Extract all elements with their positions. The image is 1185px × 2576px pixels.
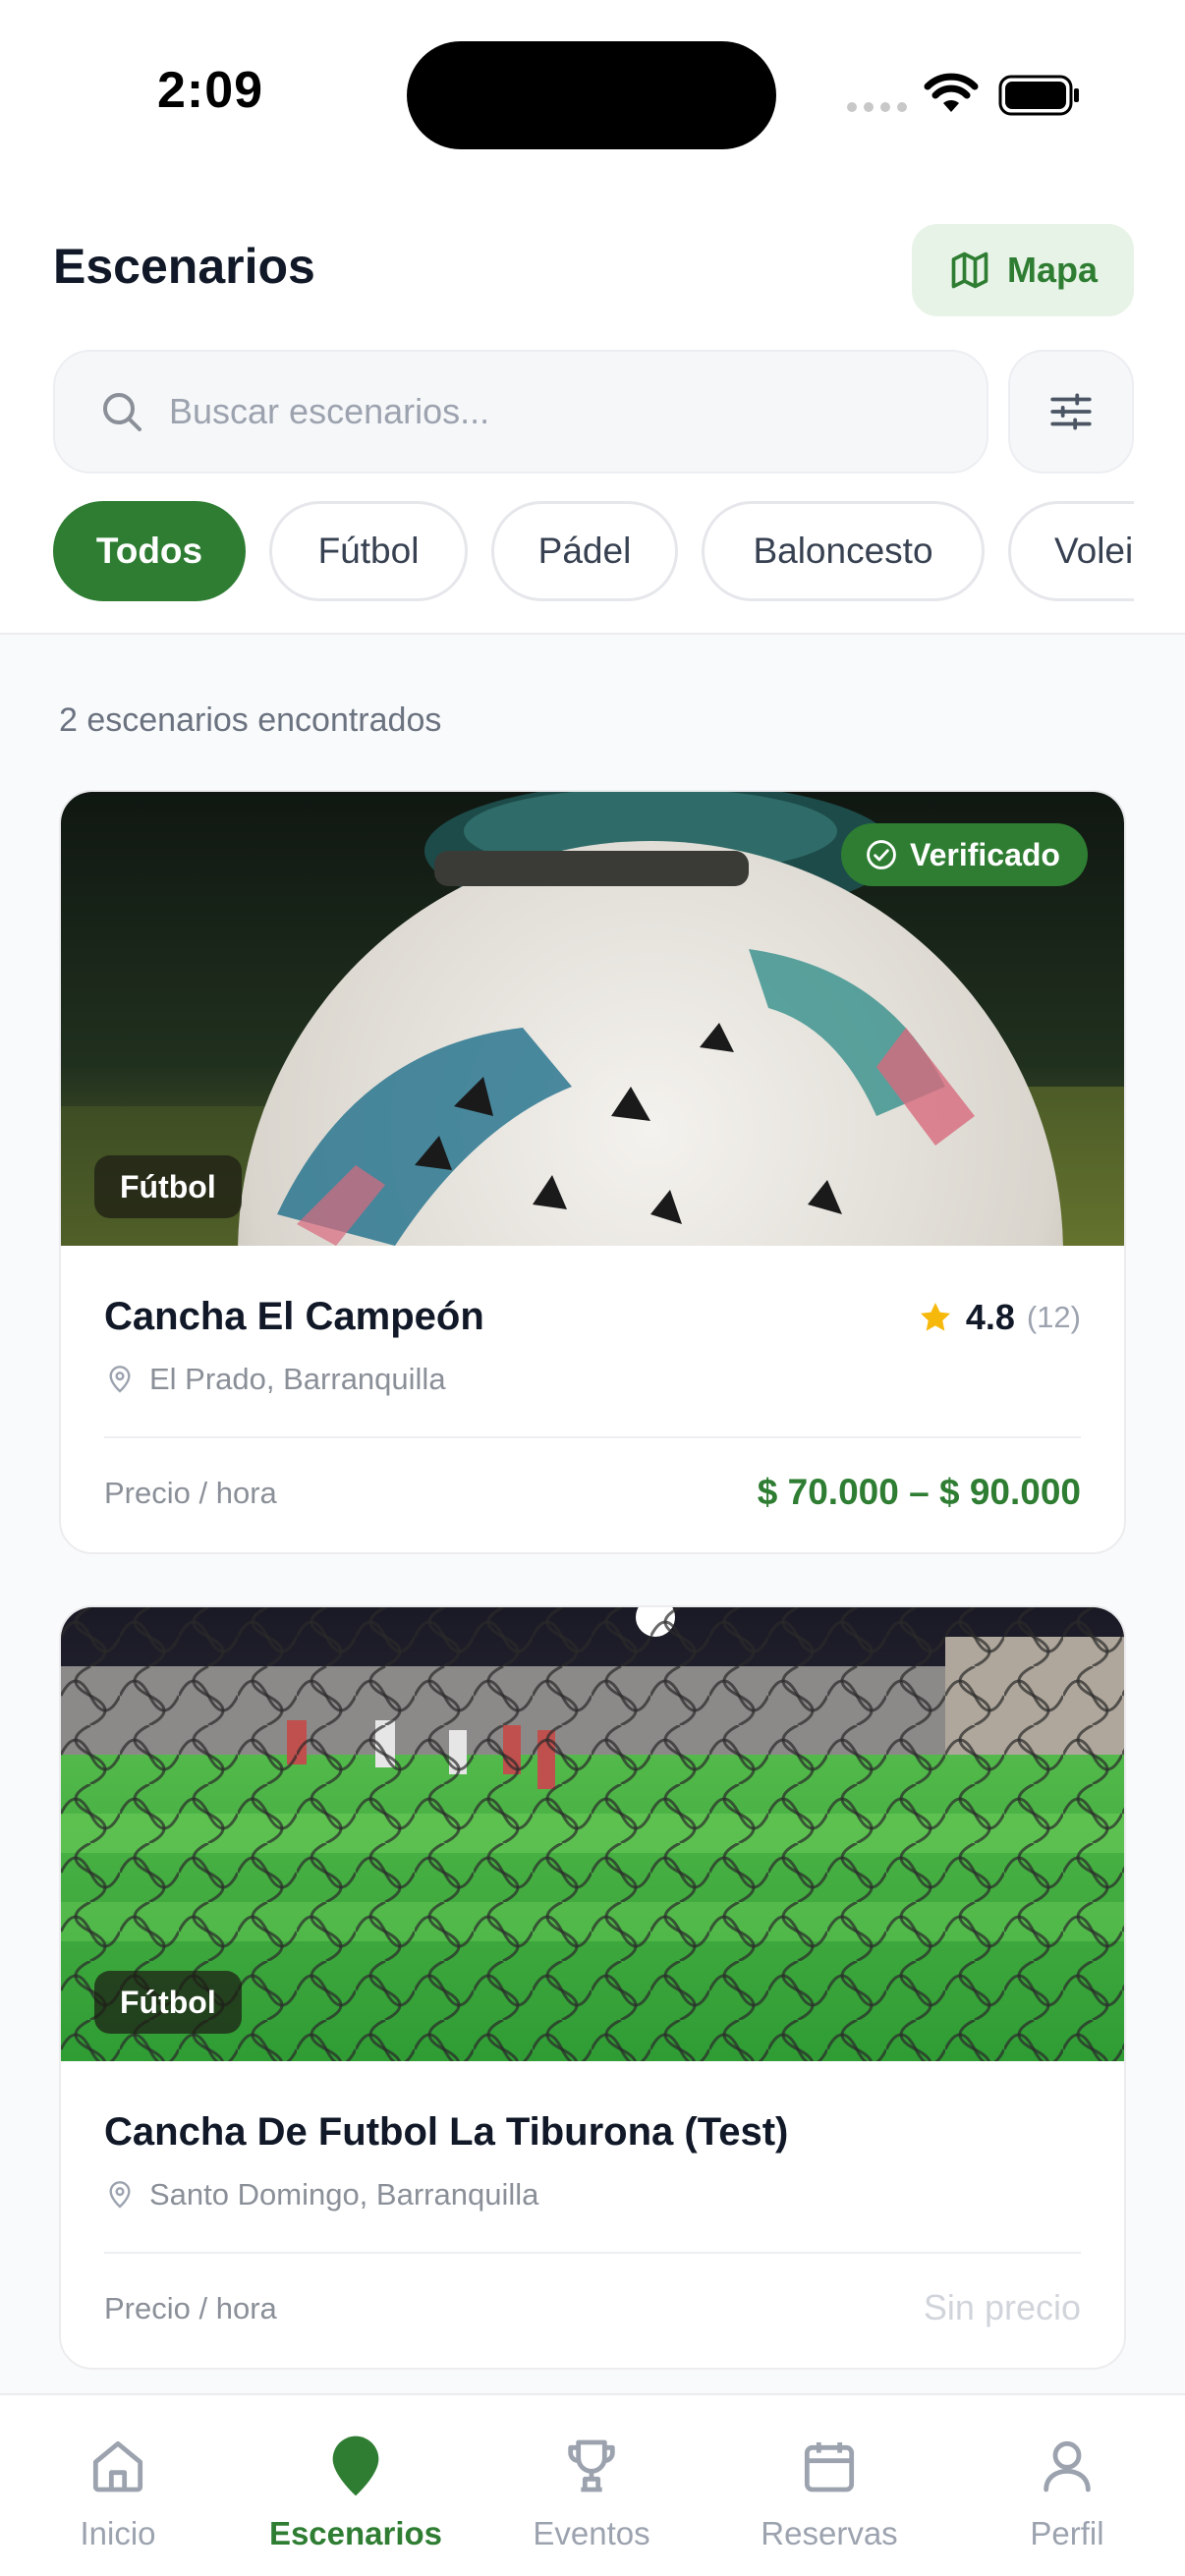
verified-check-icon	[867, 840, 896, 869]
price-label: Precio / hora	[104, 1476, 277, 1510]
map-button[interactable]: Mapa	[912, 224, 1134, 316]
calendar-icon	[804, 2442, 855, 2492]
venue-title: Cancha De Futbol La Tiburona (Test)	[104, 2110, 789, 2154]
venue-image: Fútbol	[61, 1607, 1124, 2061]
location-pin-outline-icon	[109, 2181, 131, 2209]
chip-padel[interactable]: Pádel	[491, 501, 678, 601]
chip-baloncesto[interactable]: Baloncesto	[702, 501, 985, 601]
venue-title: Cancha El Campeón	[104, 1295, 484, 1338]
venue-location: El Prado, Barranquilla	[104, 1362, 446, 1397]
status-time: 2:09	[157, 62, 264, 119]
sport-filter-chips: Todos Fútbol Pádel Baloncesto Voleibol	[53, 501, 1134, 603]
search-box[interactable]	[53, 350, 988, 474]
status-bar: 2:09	[0, 0, 1185, 187]
price-value: $ 70.000 – $ 90.000	[757, 1472, 1081, 1512]
trophy-icon	[568, 2439, 615, 2492]
search-icon	[103, 393, 141, 431]
card-divider	[104, 1436, 1081, 1438]
wifi-icon	[924, 73, 979, 112]
search-input[interactable]	[169, 391, 935, 432]
nav-item-eventos[interactable]: Eventos	[483, 2395, 700, 2576]
location-pin-icon	[332, 2436, 379, 2496]
cellular-signal-icon	[847, 102, 907, 112]
result-count: 2 escenarios encontrados	[59, 701, 442, 739]
map-icon	[951, 252, 988, 289]
chip-futbol[interactable]: Fútbol	[269, 501, 468, 601]
venue-card[interactable]: Fútbol Cancha De Futbol La Tiburona (Tes…	[59, 1605, 1126, 2370]
venue-image: Fútbol Verificado	[61, 792, 1124, 1246]
venue-card[interactable]: Fútbol Verificado Cancha El Campeón 4.8 …	[59, 790, 1126, 1554]
screen: 2:09 Escenarios Mapa Buscar escenarios..…	[0, 0, 1185, 2576]
battery-icon	[998, 75, 1079, 116]
nav-item-reservas[interactable]: Reservas	[721, 2395, 937, 2576]
chip-voleibol[interactable]: Voleibol	[1008, 501, 1134, 601]
filter-settings-button[interactable]	[1008, 350, 1134, 474]
home-icon	[92, 2440, 143, 2492]
price-label: Precio / hora	[104, 2291, 277, 2325]
dynamic-island	[407, 41, 776, 149]
chip-todos[interactable]: Todos	[53, 501, 246, 601]
nav-item-escenarios[interactable]: Escenarios	[248, 2395, 464, 2576]
verified-badge: Verificado	[841, 823, 1088, 886]
price-value: Sin precio	[923, 2287, 1081, 2327]
venue-location: Santo Domingo, Barranquilla	[104, 2177, 538, 2212]
header: Escenarios Mapa Todos	[0, 187, 1185, 635]
nav-item-perfil[interactable]: Perfil	[959, 2395, 1175, 2576]
card-divider	[104, 2252, 1081, 2254]
user-icon	[1044, 2440, 1091, 2492]
rating-count: (12)	[1026, 1300, 1081, 1334]
bottom-nav: Inicio Escenarios Eventos Reservas Perfi…	[0, 2393, 1185, 2576]
venue-rating: 4.8 (12)	[917, 1297, 1081, 1338]
sport-badge: Fútbol	[94, 1155, 242, 1218]
location-pin-outline-icon	[109, 1366, 131, 1393]
star-icon	[920, 1302, 950, 1331]
sliders-icon	[1050, 393, 1092, 430]
map-button-label: Mapa	[1006, 250, 1099, 290]
rating-value: 4.8	[965, 1297, 1015, 1337]
page-title: Escenarios	[53, 239, 315, 294]
nav-item-inicio[interactable]: Inicio	[10, 2395, 226, 2576]
sport-badge: Fútbol	[94, 1971, 242, 2034]
